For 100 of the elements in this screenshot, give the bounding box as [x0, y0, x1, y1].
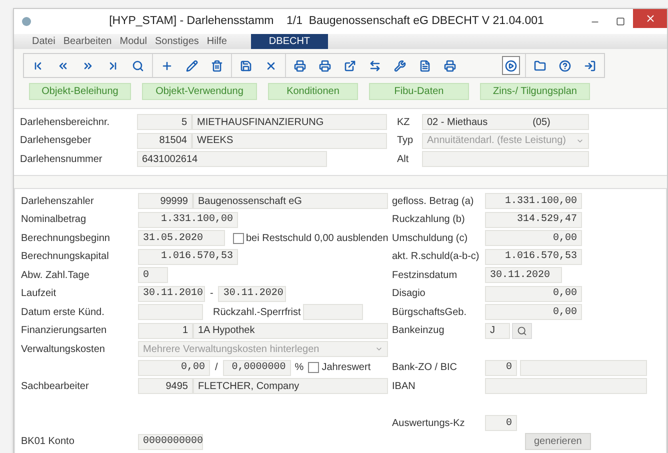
- input-field[interactable]: 0,00: [485, 230, 582, 246]
- document-icon: [419, 60, 431, 72]
- tab[interactable]: Objekt-Beleihung: [29, 83, 131, 100]
- last-icon: [107, 60, 119, 72]
- search-button[interactable]: [512, 322, 532, 339]
- input-field[interactable]: 81504: [137, 132, 192, 149]
- input-field[interactable]: 6431002614: [137, 151, 327, 168]
- field-label: Bank-ZO / BIC: [392, 361, 458, 376]
- field-label: Jahreswert: [322, 361, 371, 376]
- exit-icon: [584, 60, 596, 72]
- input-field[interactable]: [485, 378, 647, 394]
- input-field[interactable]: 30.11.2010: [138, 286, 205, 302]
- field-label: gefloss. Betrag (a): [392, 194, 475, 209]
- first-icon: [32, 60, 44, 72]
- field-label: Laufzeit: [21, 287, 58, 302]
- field-label: Umschuldung (c): [392, 232, 469, 246]
- tab[interactable]: Objekt-Verwendung: [142, 83, 257, 100]
- save-icon: [240, 60, 252, 72]
- field-label: %: [294, 361, 305, 376]
- field-label: KZ: [397, 116, 411, 130]
- input-field[interactable]: 1: [138, 322, 193, 339]
- input-field[interactable]: 9495: [138, 378, 193, 394]
- folder-icon: [534, 60, 546, 72]
- wrench-icon: [394, 60, 406, 72]
- play-circle-button[interactable]: [502, 56, 520, 75]
- input-field[interactable]: 1.016.570,53: [485, 248, 582, 265]
- menu-item[interactable]: Hilfe: [206, 35, 227, 49]
- input-field[interactable]: 31.05.2020: [138, 230, 225, 246]
- plus-icon: [161, 60, 173, 72]
- close-icon: [265, 60, 277, 72]
- field-label: bei Restschuld 0,00 ausblenden: [246, 232, 388, 246]
- field-label: Datum erste Künd.: [21, 306, 106, 320]
- input-field[interactable]: [422, 151, 589, 168]
- input-field[interactable]: 0: [138, 267, 168, 284]
- field-label: Darlehensbereichnr.: [20, 116, 110, 130]
- field-label: Festzinsdatum: [392, 268, 458, 283]
- input-field[interactable]: FLETCHER, Company: [193, 378, 388, 394]
- input-field[interactable]: [520, 360, 647, 376]
- input-field[interactable]: 1.331.100,00: [138, 212, 238, 228]
- input-field[interactable]: 0: [485, 360, 517, 376]
- input-field[interactable]: 0000000000: [138, 434, 203, 450]
- tab[interactable]: Zins-/ Tilgungsplan: [480, 83, 590, 100]
- input-field[interactable]: 0,00: [138, 360, 210, 376]
- menu-item[interactable]: Sonstiges: [154, 35, 199, 49]
- input-field[interactable]: 1A Hypothek: [193, 322, 388, 339]
- field-label: Typ: [397, 134, 414, 148]
- field-label: Nominalbetrag: [21, 213, 88, 228]
- search-icon: [517, 326, 527, 336]
- input-field[interactable]: 1.016.570,53: [138, 248, 238, 265]
- input-field[interactable]: 30.11.2020: [485, 267, 562, 284]
- input-field[interactable]: 30.11.2020: [218, 286, 286, 302]
- input-field[interactable]: 02 - Miethaus (05): [422, 114, 589, 130]
- field-label: Darlehensgeber: [20, 134, 92, 148]
- field-label: Abw. Zahl.Tage: [21, 268, 90, 283]
- help-icon: [559, 60, 571, 72]
- field-label: Finanzierungsarten: [21, 324, 108, 338]
- window-title: [HYP_STAM] - Darlehensstamm 1/1 Baugenossenschaft eG DBECHT V 21.04.001: [108, 14, 545, 29]
- input-field[interactable]: Baugenossenschaft eG: [193, 193, 388, 210]
- input-field[interactable]: 0,00: [485, 286, 582, 302]
- field-label: Bankeinzug: [392, 324, 446, 338]
- menu-item[interactable]: Modul: [120, 35, 147, 49]
- field-label: Alt: [397, 152, 410, 167]
- input-field[interactable]: 0,0000000: [222, 360, 291, 376]
- checkbox[interactable]: [233, 232, 244, 244]
- input-field[interactable]: [138, 304, 203, 320]
- menu-item[interactable]: Datei: [32, 35, 56, 49]
- input-field[interactable]: WEEKS: [192, 132, 387, 149]
- user-tab[interactable]: DBECHT: [250, 34, 328, 49]
- trash-icon: [211, 60, 223, 72]
- field-label: Ruckzahlung (b): [392, 213, 466, 228]
- input-field[interactable]: J: [485, 322, 510, 339]
- tab[interactable]: Fibu-Daten: [369, 83, 469, 100]
- swap-arrows-icon: [369, 60, 381, 72]
- input-field[interactable]: MIETHAUSFINANZIERUNG: [192, 114, 387, 130]
- input-field[interactable]: 99999: [138, 193, 193, 210]
- field-label: IBAN: [392, 380, 416, 394]
- maximize-icon[interactable]: [616, 17, 625, 26]
- field-label: Berechnungskapital: [21, 250, 110, 264]
- input-field[interactable]: [303, 304, 363, 320]
- printer-icon: [444, 60, 456, 72]
- close-button[interactable]: [633, 9, 667, 28]
- close-icon: [644, 13, 656, 24]
- input-field[interactable]: 0,00: [485, 304, 582, 320]
- menu-item[interactable]: Bearbeiten: [63, 35, 112, 49]
- field-label: -: [209, 287, 214, 302]
- input-field[interactable]: 0: [485, 415, 517, 432]
- field-label: Darlehenszahler: [21, 194, 95, 209]
- field-label: BK01 Konto: [21, 435, 76, 450]
- tab[interactable]: Konditionen: [268, 83, 358, 100]
- field-label: Rückzahl.-Sperrfrist: [212, 306, 302, 320]
- field-label: Auswertungs-Kz: [392, 416, 466, 431]
- field-label: Sachbearbeiter: [21, 380, 90, 394]
- checkbox[interactable]: [308, 362, 319, 374]
- search-icon: [132, 60, 144, 72]
- input-field[interactable]: 1.331.100,00: [485, 193, 582, 210]
- input-field[interactable]: 314.529,47: [485, 212, 582, 228]
- app-icon: [22, 17, 31, 26]
- input-field[interactable]: 5: [137, 114, 192, 130]
- generate-button[interactable]: generieren: [525, 433, 591, 450]
- field-label: Verwaltungskosten: [21, 342, 106, 357]
